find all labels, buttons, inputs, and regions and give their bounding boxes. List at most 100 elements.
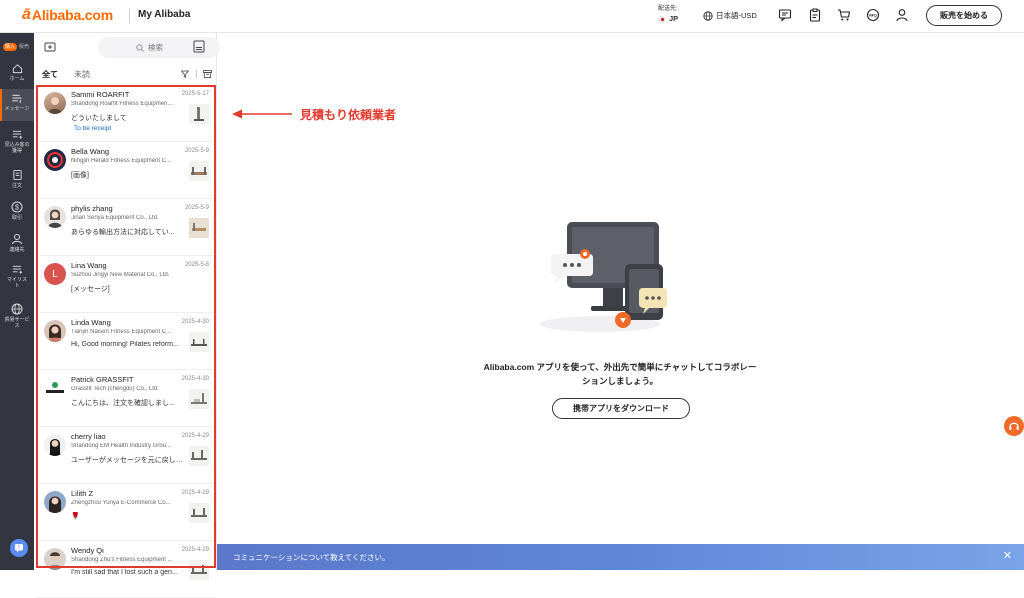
contact-name: phylis zhang [71, 204, 113, 213]
mylist-icon [12, 265, 22, 274]
logo-text: Alibaba.com [31, 7, 113, 23]
address-book-icon[interactable] [193, 40, 205, 53]
nav-item-messages[interactable]: メッセージ [0, 89, 34, 121]
status-tag: To be receipt [74, 125, 112, 132]
product-thumbnail [189, 503, 209, 523]
nav-item-leads[interactable]: 見込み客の獲得 [0, 129, 34, 159]
nav-item-orders[interactable]: 注文 [0, 169, 34, 193]
conversation-item[interactable]: Lilith Z 2025-4-29 Zhengzhou Yunya E-Com… [36, 484, 216, 541]
conversation-item[interactable]: Patrick GRASSFIT 2025-4-30 Grassfit Tech… [36, 370, 216, 427]
buy-sell-toggle[interactable]: 購入 販売 [3, 42, 29, 51]
message-date: 2025-4-30 [181, 319, 209, 325]
conversation-item[interactable]: Bella Wang 2025-5-9 Ningjin Herald Fitne… [36, 142, 216, 199]
annotation-arrow-icon [232, 109, 292, 119]
tab-separator [196, 70, 197, 78]
message-snippet: あらゆる輸出方法に対応してい... [71, 229, 175, 236]
company-name: Shandong Zhu's Fitness Equipment ... [71, 557, 173, 563]
person-avatar-icon [48, 552, 62, 570]
product-thumbnail [189, 446, 209, 466]
help-chat-icon: ! [15, 544, 23, 553]
leads-icon [12, 130, 22, 139]
app-promo-text: Alibaba.com アプリを使って、外出先で簡単にチャットしてコラボレーショ… [483, 362, 757, 386]
close-icon[interactable]: ✕ [1003, 551, 1012, 562]
buy-mode-label[interactable]: 購入 [3, 42, 18, 51]
new-message-icon[interactable] [44, 42, 56, 53]
fitness-equipment-icon [189, 218, 209, 238]
fitness-equipment-icon [191, 565, 207, 574]
tab-all[interactable]: 全て [42, 69, 58, 80]
nav-label: 注文 [11, 183, 22, 189]
avatar [44, 434, 66, 456]
company-name: Ningjin Herald Fitness Equipment C... [71, 158, 172, 164]
contact-name: Bella Wang [71, 147, 110, 156]
cart-icon[interactable] [837, 8, 851, 22]
message-date: 2025-5-17 [181, 91, 209, 97]
person-avatar-icon [48, 496, 62, 513]
fitness-equipment-icon [191, 450, 207, 460]
nav-item-mylist[interactable]: マイリスト [0, 264, 34, 294]
ship-to-selector[interactable]: 配送先: JP [658, 4, 678, 24]
nav-item-transactions[interactable]: $ 取引 [0, 201, 34, 225]
tab-unread[interactable]: 未読 [74, 69, 90, 80]
user-account-icon[interactable] [895, 8, 909, 22]
nav-item-trade-services[interactable]: 貿易サービス [0, 303, 34, 333]
search-input[interactable] [148, 43, 182, 52]
conversation-item[interactable]: Linda Wang 2025-4-30 Tianjin Naisen Fitn… [36, 313, 216, 370]
contacts-icon [12, 234, 22, 245]
archive-icon[interactable] [203, 70, 212, 78]
fitness-equipment-icon [191, 339, 207, 346]
banner-text: コミュニケーションについて教えてください。 [233, 552, 390, 562]
company-name: Shandong EM Health Industry Grou... [71, 443, 172, 449]
conversation-item[interactable]: cherry liao 2025-4-29 Shandong EM Health… [36, 427, 216, 484]
header-divider [129, 9, 130, 23]
avatar [44, 92, 66, 114]
company-name: Grassfit Tech (chengdu) Co., Ltd. [71, 386, 159, 392]
message-date: 2025-5-9 [184, 205, 209, 211]
language-selector[interactable]: 日本語-USD [703, 10, 757, 21]
person-avatar-icon [48, 209, 62, 228]
dollar-icon: $ [11, 201, 23, 213]
nav-label: 連絡先 [9, 247, 25, 253]
rfq-icon[interactable]: RFQ [866, 8, 880, 22]
download-app-button[interactable]: 携帯アプリをダウンロード [552, 398, 690, 419]
orders-clipboard-icon[interactable] [808, 8, 822, 22]
feedback-banner[interactable]: コミュニケーションについて教えてください。 ✕ [217, 544, 1024, 570]
message-snippet: Hi, Good morning! Pilates reform... [71, 341, 179, 348]
start-selling-button[interactable]: 販売を始める [926, 5, 1002, 26]
nav-label: ホーム [9, 76, 25, 82]
nav-label: メッセージ [4, 106, 30, 112]
nav-label: 貿易サービス [4, 317, 30, 329]
message-date: 2025-4-29 [181, 433, 209, 439]
help-chat-button[interactable]: ! [10, 539, 28, 557]
contact-name: Lilith Z [71, 489, 94, 498]
customer-support-button[interactable] [1004, 416, 1024, 436]
avatar [44, 491, 66, 513]
avatar [44, 320, 66, 342]
chat-icon[interactable] [778, 8, 792, 22]
sell-mode-label[interactable]: 販売 [19, 43, 29, 50]
filter-icon[interactable] [181, 70, 189, 78]
product-thumbnail [189, 332, 209, 352]
nav-item-home[interactable]: ホーム [0, 63, 34, 85]
nav-label: 見込み客の獲得 [4, 142, 30, 154]
person-avatar-icon [49, 439, 61, 456]
company-name: Tianjin Naisen Fitness Equipment C... [71, 329, 172, 335]
alibaba-logo[interactable]: ā Alibaba.com [22, 6, 113, 24]
nav-item-contacts[interactable]: 連絡先 [0, 233, 34, 257]
contact-name: Patrick GRASSFIT [71, 375, 134, 384]
my-alibaba-link[interactable]: My Alibaba [138, 9, 190, 20]
message-date: 2025-4-30 [181, 376, 209, 382]
product-thumbnail [189, 161, 209, 181]
avatar [44, 206, 66, 228]
left-navigation: 購入 販売 ホーム メッセージ 見込み客の獲得 注文 $ 取引 連絡先 マイリス… [0, 33, 34, 570]
conversation-item[interactable]: L Lina Wang 2025-5-8 Suzhou Jingyi New M… [36, 256, 216, 313]
message-snippet: こんにちは、注文を確認しまし... [71, 400, 175, 407]
grassfit-logo-icon [46, 382, 64, 393]
conversation-item[interactable]: Sammi ROARFIT 2025-5-17 Shandong Roarfit… [36, 85, 216, 142]
language-label: 日本語-USD [716, 11, 757, 20]
annotation-label: 見積もり依頼業者 [300, 108, 397, 122]
conversation-item[interactable]: phylis zhang 2025-5-9 Jinan Senya Equipm… [36, 199, 216, 256]
fitness-equipment-icon [191, 508, 207, 517]
company-name: Shandong Roarfit Fitness Equipmen... [71, 101, 173, 107]
ship-to-country: JP [669, 14, 679, 23]
